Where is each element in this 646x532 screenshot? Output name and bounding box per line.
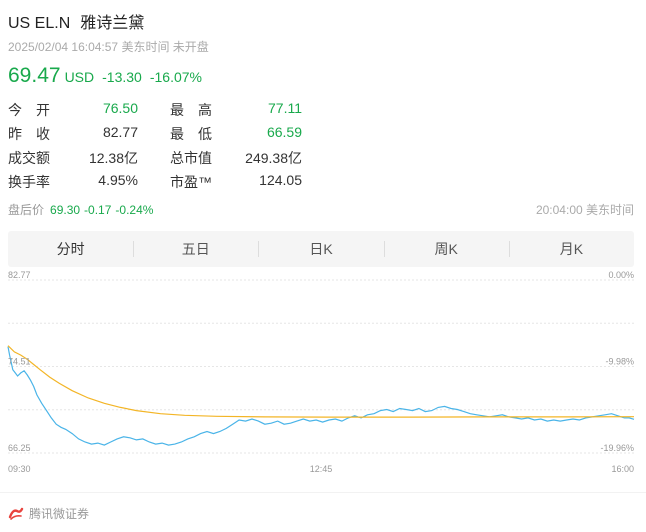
after-hours-quote: 盘后价 69.30 -0.17 -0.24% (8, 201, 157, 218)
price-line (7, 346, 635, 446)
stat-value: 124.05 (259, 172, 302, 188)
stock-title: US EL.N 雅诗兰黛 (8, 9, 144, 33)
price-change-percent: -16.07% (149, 69, 202, 85)
y-tick-label-left: 82.77 (8, 270, 31, 280)
average-line (7, 345, 635, 418)
footer-brand: 腾讯微证券 (29, 507, 90, 521)
x-tick-label: 09:30 (8, 464, 31, 474)
tab-weekly-k[interactable]: 周K (383, 231, 509, 267)
tab-daily-k[interactable]: 日K (258, 231, 383, 267)
currency: USD (64, 69, 95, 85)
price-change: -13.30 (102, 69, 142, 85)
quote-timestamp: 2025/02/04 16:04:57 美东时间 未开盘 (8, 40, 209, 54)
y-tick-label-right: -9.98% (605, 357, 634, 367)
x-tick-label: 12:45 (310, 464, 333, 474)
stat-row: 换手率 4.95% 市盈™ 124.05 (8, 172, 302, 196)
intraday-chart[interactable]: 82.77 74.51 66.25 0.00% -9.98% -19.96% 09:30 12… (0, 270, 646, 475)
y-tick-label-left: 74.51 (8, 357, 31, 367)
after-hours-change-percent: -0.24% (115, 203, 154, 217)
price-row: 69.47 USD -13.30 -16.07% (8, 64, 202, 88)
stat-row: 今开 76.50 最高 77.11 (8, 100, 302, 124)
stats-table: 今开 76.50 最高 77.11 昨收 82.77 最低 66.59 成交额 … (8, 100, 302, 196)
stat-label: 昨收 (8, 126, 64, 142)
stat-row: 成交额 12.38亿 总市值 249.38亿 (8, 148, 302, 172)
stat-value: 66.59 (266, 124, 302, 140)
stat-value: 12.38亿 (88, 150, 138, 166)
stat-label: 市盈™ (170, 174, 212, 190)
footer: 腾讯微证券 (8, 505, 89, 522)
stat-label: 今开 (8, 102, 64, 118)
tab-five-day[interactable]: 五日 (133, 231, 258, 267)
stat-label: 成交额 (8, 150, 50, 166)
y-tick-label-right: -19.96% (600, 443, 634, 453)
stat-label: 最高 (170, 102, 226, 118)
stat-label: 最低 (170, 126, 226, 142)
stat-label: 总市值 (170, 150, 212, 166)
stat-value: 249.38亿 (245, 150, 302, 166)
after-hours-change: -0.17 (84, 203, 112, 217)
stock-name: 雅诗兰黛 (80, 15, 145, 32)
stat-value: 76.50 (102, 100, 138, 116)
y-tick-label-right: 0.00% (608, 270, 634, 280)
after-hours-time: 20:04:00 美东时间 (535, 203, 634, 217)
stat-value: 82.77 (102, 124, 138, 140)
y-tick-label-left: 66.25 (8, 443, 31, 453)
tab-monthly-k[interactable]: 月K (508, 231, 634, 267)
stat-row: 昨收 82.77 最低 66.59 (8, 124, 302, 148)
after-hours-price: 69.30 (50, 203, 81, 217)
stock-symbol: US EL.N (8, 15, 71, 32)
last-price: 69.47 (8, 64, 61, 87)
footer-divider (0, 492, 646, 493)
stat-label: 换手率 (8, 174, 50, 190)
x-tick-label: 16:00 (611, 464, 634, 474)
chart-period-tabs: 分时 五日 日K 周K 月K (8, 231, 634, 267)
stat-value: 4.95% (98, 172, 138, 188)
after-hours-label: 盘后价 (8, 203, 45, 217)
stat-value: 77.11 (268, 100, 302, 116)
tencent-logo-icon (8, 507, 24, 520)
tab-intraday[interactable]: 分时 (8, 231, 133, 267)
